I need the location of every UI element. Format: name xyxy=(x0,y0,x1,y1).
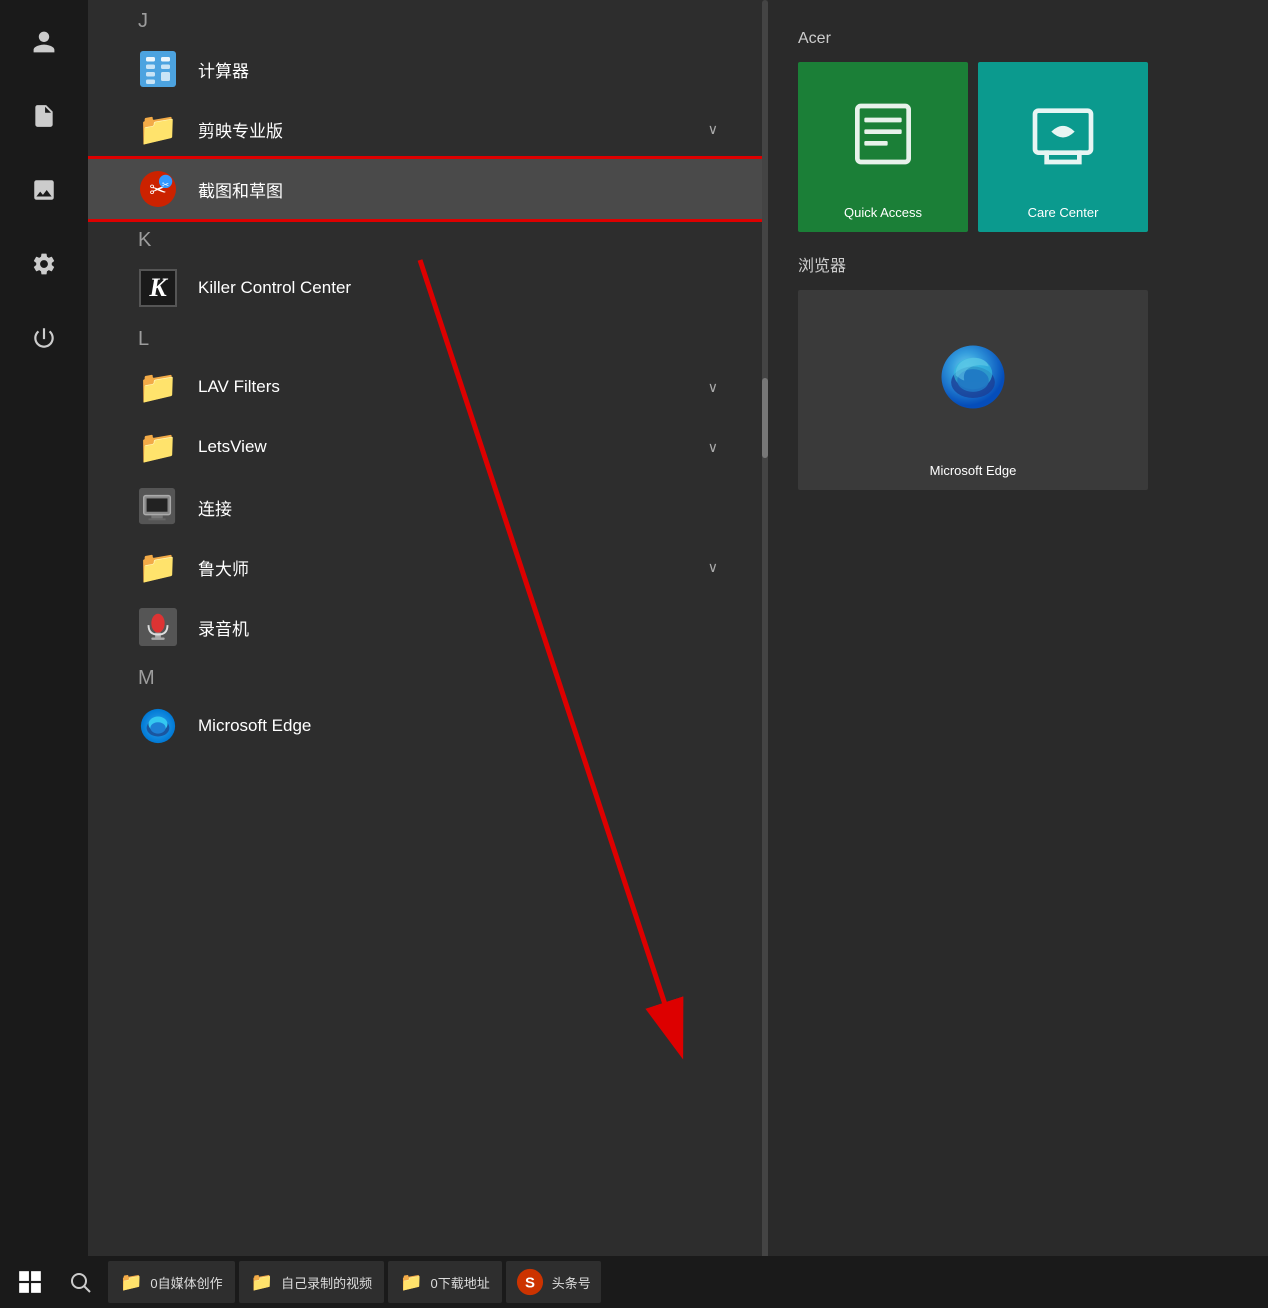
app-item-recorder[interactable]: 录音机 xyxy=(88,597,768,657)
svg-text:✂: ✂ xyxy=(162,179,170,189)
acer-section-title: Acer xyxy=(798,30,1238,48)
app-item-ludashi[interactable]: 📁 鲁大师 ∨ xyxy=(88,537,768,597)
taskbar-folder-icon-download: 📁 xyxy=(400,1272,422,1293)
care-center-label: Care Center xyxy=(1028,205,1099,220)
app-item-connect[interactable]: 连接 xyxy=(88,477,768,537)
app-item-snipping[interactable]: ✂ ✂ 截图和草图 xyxy=(88,159,768,219)
jianying-chevron: ∨ xyxy=(708,121,718,138)
settings-icon[interactable] xyxy=(22,242,66,286)
snipping-icon: ✂ ✂ xyxy=(138,169,178,209)
section-letter-j: J xyxy=(88,0,768,39)
snipping-label: 截图和草图 xyxy=(198,177,718,202)
lav-label: LAV Filters xyxy=(198,377,688,397)
recorder-icon xyxy=(138,607,178,647)
taskbar-pinned-items: 📁 0自媒体创作 📁 自己录制的视频 📁 0下载地址 S 头条号 xyxy=(108,1261,601,1303)
quick-access-icon-area xyxy=(798,62,968,205)
app-item-lav[interactable]: 📁 LAV Filters ∨ xyxy=(88,357,768,417)
app-item-edge[interactable]: Microsoft Edge xyxy=(88,696,768,756)
taskbar-item-media[interactable]: 📁 0自媒体创作 xyxy=(108,1261,235,1303)
power-icon[interactable] xyxy=(22,316,66,360)
sidebar xyxy=(0,0,88,1260)
quick-access-tile[interactable]: Quick Access xyxy=(798,62,968,232)
taskbar-label-video: 自己录制的视频 xyxy=(281,1273,372,1292)
care-center-tile[interactable]: Care Center xyxy=(978,62,1148,232)
connect-icon xyxy=(138,487,178,527)
pictures-icon[interactable] xyxy=(22,168,66,212)
ludashi-chevron: ∨ xyxy=(708,559,718,576)
taskbar-item-sogou[interactable]: S 头条号 xyxy=(506,1261,601,1303)
ludashi-folder-icon: 📁 xyxy=(138,547,178,587)
app-item-killer[interactable]: K Killer Control Center xyxy=(88,258,768,318)
section-letter-k: K xyxy=(88,219,768,258)
ludashi-label: 鲁大师 xyxy=(198,555,688,580)
section-letter-l: L xyxy=(88,318,768,357)
tiles-area: Acer Quick Access xyxy=(768,0,1268,1260)
edge-app-icon xyxy=(138,706,178,746)
killer-icon: K xyxy=(138,268,178,308)
letsview-chevron: ∨ xyxy=(708,439,718,456)
acer-tiles-row: Quick Access Care Center xyxy=(798,62,1238,232)
svg-text:S: S xyxy=(525,1275,535,1292)
taskbar: 📁 0自媒体创作 📁 自己录制的视频 📁 0下载地址 S 头条号 xyxy=(0,1256,1268,1308)
taskbar-folder-icon-video: 📁 xyxy=(251,1272,273,1293)
app-item-letsview[interactable]: 📁 LetsView ∨ xyxy=(88,417,768,477)
start-menu: J 计算器 📁 剪映专业版 xyxy=(0,0,1268,1260)
lav-folder-icon: 📁 xyxy=(138,367,178,407)
scrollbar[interactable] xyxy=(762,0,768,1260)
taskbar-folder-icon-media: 📁 xyxy=(120,1272,142,1293)
taskbar-label-sogou: 头条号 xyxy=(552,1273,591,1292)
taskbar-label-download: 0下载地址 xyxy=(431,1273,490,1292)
edge-app-label: Microsoft Edge xyxy=(198,716,718,736)
connect-label: 连接 xyxy=(198,495,718,520)
microsoft-edge-tile[interactable]: Microsoft Edge xyxy=(798,290,1148,490)
browser-tiles-row: Microsoft Edge xyxy=(798,290,1238,490)
app-item-jianying[interactable]: 📁 剪映专业版 ∨ xyxy=(88,99,768,159)
calculator-label: 计算器 xyxy=(198,57,718,82)
app-list: J 计算器 📁 剪映专业版 xyxy=(88,0,768,1260)
taskbar-item-video[interactable]: 📁 自己录制的视频 xyxy=(239,1261,384,1303)
section-letter-m: M xyxy=(88,657,768,696)
search-button[interactable] xyxy=(58,1260,102,1304)
taskbar-item-download[interactable]: 📁 0下载地址 xyxy=(388,1261,502,1303)
letsview-folder-icon: 📁 xyxy=(138,427,178,467)
recorder-label: 录音机 xyxy=(198,615,718,640)
scrollbar-thumb[interactable] xyxy=(762,378,768,458)
app-item-calculator[interactable]: 计算器 xyxy=(88,39,768,99)
lav-chevron: ∨ xyxy=(708,379,718,396)
browser-section-title: 浏览器 xyxy=(798,252,1238,276)
quick-access-label: Quick Access xyxy=(844,205,922,220)
start-button[interactable] xyxy=(8,1260,52,1304)
documents-icon[interactable] xyxy=(22,94,66,138)
taskbar-label-media: 0自媒体创作 xyxy=(150,1273,222,1292)
edge-tile-label: Microsoft Edge xyxy=(930,463,1017,478)
edge-tile-icon-area xyxy=(798,290,1148,463)
jianying-label: 剪映专业版 xyxy=(198,117,688,142)
jianying-folder-icon: 📁 xyxy=(138,109,178,149)
calculator-icon xyxy=(138,49,178,89)
letsview-label: LetsView xyxy=(198,437,688,457)
care-center-icon-area xyxy=(978,62,1148,205)
user-icon[interactable] xyxy=(22,20,66,64)
killer-label: Killer Control Center xyxy=(198,278,718,298)
